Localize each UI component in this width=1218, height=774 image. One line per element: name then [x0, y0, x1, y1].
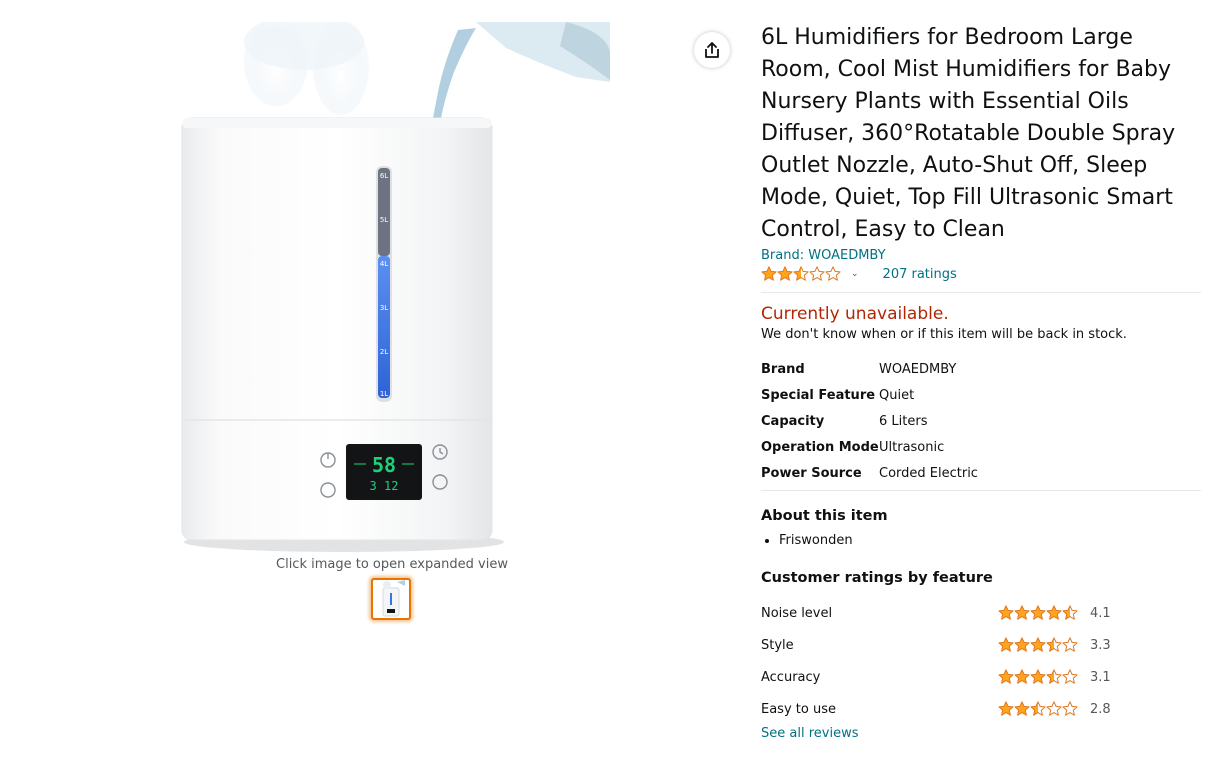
display-level: 58 — [372, 453, 396, 477]
star-icon — [1062, 701, 1078, 716]
star-icon — [1062, 637, 1078, 652]
star-icon — [1014, 637, 1030, 652]
spec-value: Quiet — [879, 387, 915, 403]
about-list: Friswonden — [761, 533, 1201, 548]
feature-value: 2.8 — [1090, 701, 1111, 717]
tank-mark-3l: 3L — [380, 304, 388, 312]
tank-mark-2l: 2L — [380, 348, 388, 356]
star-icon — [998, 637, 1014, 652]
spec-row: Brand WOAEDMBY — [761, 356, 978, 382]
star-icon — [1046, 605, 1062, 620]
see-all-reviews-link[interactable]: See all reviews — [761, 726, 1201, 741]
feature-label: Noise level — [761, 605, 833, 621]
star-icon — [998, 605, 1014, 620]
product-specs-table: Brand WOAEDMBY Special Feature Quiet Cap… — [761, 356, 978, 486]
feature-stars — [998, 701, 1078, 717]
share-icon — [705, 42, 719, 58]
product-title: 6L Humidifiers for Bedroom Large Room, C… — [761, 25, 1176, 242]
spec-key: Capacity — [761, 413, 825, 429]
star-icon — [793, 266, 809, 281]
chevron-down-icon[interactable]: ⌄ — [851, 269, 859, 279]
feature-label: Easy to use — [761, 701, 836, 717]
feature-rating-row: Easy to use 2.8 — [761, 693, 1201, 725]
star-icon — [1062, 669, 1078, 684]
feature-stars — [998, 637, 1078, 653]
feature-rating-row: Style 3.3 — [761, 629, 1201, 661]
star-icon — [1046, 701, 1062, 716]
spec-value: WOAEDMBY — [879, 361, 957, 377]
star-icon — [1046, 669, 1062, 684]
star-icon — [1030, 669, 1046, 684]
spec-key: Operation Mode — [761, 439, 879, 455]
feature-label: Accuracy — [761, 669, 821, 685]
rating-summary: ⌄ 207 ratings — [761, 265, 1201, 283]
spec-value: Corded Electric — [879, 465, 978, 481]
feature-value: 3.1 — [1090, 669, 1111, 685]
spec-row: Capacity 6 Liters — [761, 408, 978, 434]
thumbnail-image[interactable] — [371, 578, 411, 620]
star-icon — [1014, 605, 1030, 620]
star-icon — [777, 266, 793, 281]
tank-mark-4l: 4L — [380, 260, 388, 268]
product-details: 6L Humidifiers for Bedroom Large Room, C… — [761, 22, 1201, 741]
star-icon — [1030, 637, 1046, 652]
feature-label: Style — [761, 637, 794, 653]
star-icon — [761, 266, 777, 281]
availability-status: Currently unavailable. — [761, 304, 949, 324]
feature-stars — [998, 669, 1078, 685]
main-product-image[interactable]: 6L 5L 4L 3L 2L 1L 58 3 12 — [176, 22, 610, 552]
feature-stars — [998, 605, 1078, 621]
divider — [761, 292, 1201, 293]
display-time: 3 12 — [370, 479, 399, 493]
image-caption: Click image to open expanded view — [276, 557, 508, 572]
star-icon — [825, 266, 841, 281]
about-bullet: Friswonden — [779, 533, 1201, 548]
humidifier-image: 6L 5L 4L 3L 2L 1L 58 3 12 — [181, 22, 610, 552]
overall-star-rating[interactable] — [761, 266, 841, 282]
share-button[interactable] — [694, 32, 730, 68]
star-icon — [1014, 669, 1030, 684]
tank-mark-6l: 6L — [380, 172, 388, 180]
spec-key: Brand — [761, 361, 805, 377]
star-icon — [809, 266, 825, 281]
availability-note: We don't know when or if this item will … — [761, 327, 1127, 342]
tank-mark-5l: 5L — [380, 216, 388, 224]
star-icon — [1062, 605, 1078, 620]
about-heading: About this item — [761, 508, 888, 524]
divider — [761, 490, 1201, 491]
spec-value: Ultrasonic — [879, 439, 945, 455]
feature-rating-row: Accuracy 3.1 — [761, 661, 1201, 693]
feature-value: 4.1 — [1090, 605, 1111, 621]
star-icon — [1030, 701, 1046, 716]
brand-link[interactable]: Brand: WOAEDMBY — [761, 248, 1201, 263]
ratings-count-link[interactable]: 207 ratings — [883, 267, 957, 282]
star-icon — [1046, 637, 1062, 652]
star-icon — [1014, 701, 1030, 716]
spec-row: Special Feature Quiet — [761, 382, 978, 408]
star-icon — [998, 669, 1014, 684]
spec-value: 6 Liters — [879, 413, 928, 429]
star-icon — [998, 701, 1014, 716]
star-icon — [1030, 605, 1046, 620]
spec-key: Special Feature — [761, 387, 876, 403]
spec-row: Operation Mode Ultrasonic — [761, 434, 978, 460]
feature-rating-row: Noise level 4.1 — [761, 597, 1201, 629]
spec-key: Power Source — [761, 465, 862, 481]
tank-mark-1l: 1L — [380, 390, 388, 398]
spec-row: Power Source Corded Electric — [761, 460, 978, 486]
feature-ratings-heading: Customer ratings by feature — [761, 570, 993, 586]
feature-value: 3.3 — [1090, 637, 1111, 653]
feature-ratings-list: Noise level 4.1 Style 3.3 Accuracy 3.1 E… — [761, 597, 1201, 725]
